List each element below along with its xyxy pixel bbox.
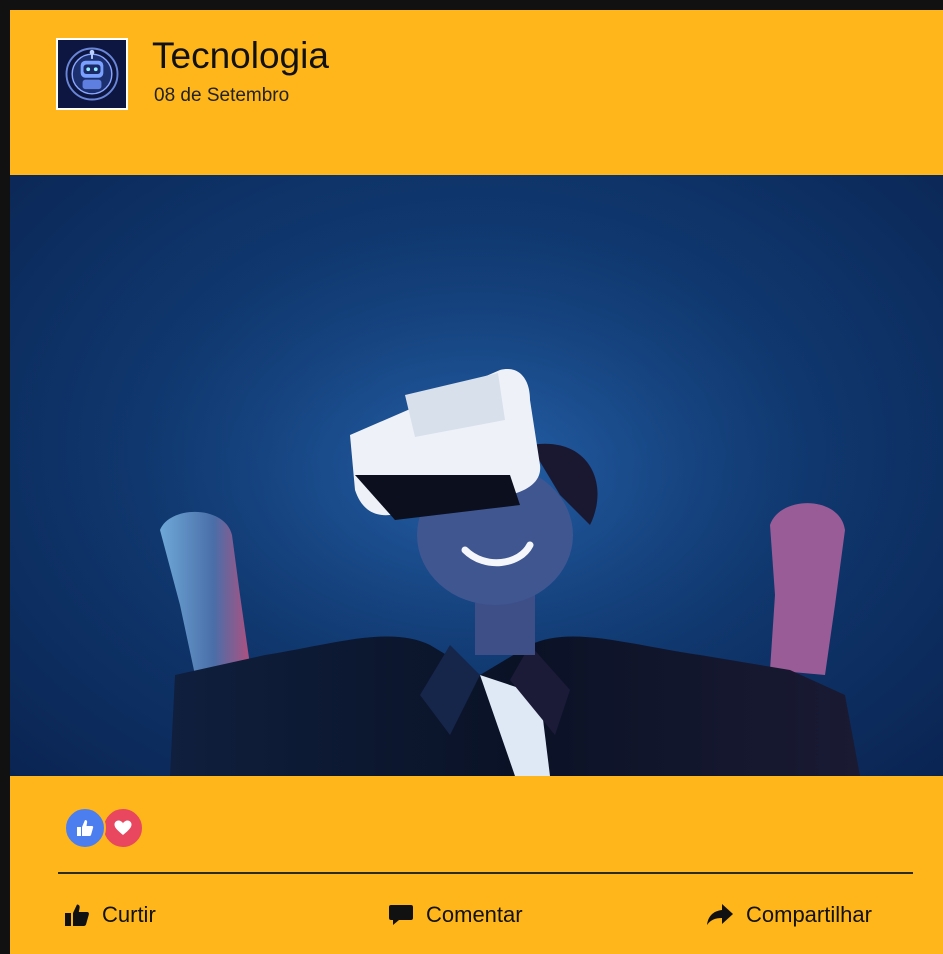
thumbs-up-icon: [65, 904, 89, 926]
divider: [58, 872, 913, 874]
share-button[interactable]: Compartilhar: [706, 890, 872, 940]
post-date[interactable]: 08 de Setembro: [154, 86, 289, 105]
page-avatar[interactable]: [56, 38, 128, 110]
reaction-summary[interactable]: [64, 807, 154, 849]
vr-headset-person-photo: [10, 175, 943, 776]
comment-button[interactable]: Comentar: [388, 890, 523, 940]
post-image[interactable]: [10, 175, 943, 776]
comment-label: Comentar: [426, 902, 523, 927]
comment-icon: [389, 905, 413, 925]
post-header: Tecnologia 08 de Setembro: [10, 10, 943, 175]
love-reaction-icon: [102, 807, 144, 849]
share-label: Compartilhar: [746, 902, 872, 927]
share-arrow-icon: [707, 904, 733, 925]
page-title[interactable]: Tecnologia: [152, 37, 329, 74]
like-reaction-icon: [64, 807, 106, 849]
post-actions: Curtir Comentar Compartilhar: [10, 890, 943, 940]
like-button[interactable]: Curtir: [64, 890, 156, 940]
like-label: Curtir: [102, 902, 156, 927]
post-card: Tecnologia 08 de Setembro Curtir Comenta…: [10, 10, 943, 954]
robot-icon: [58, 40, 126, 108]
